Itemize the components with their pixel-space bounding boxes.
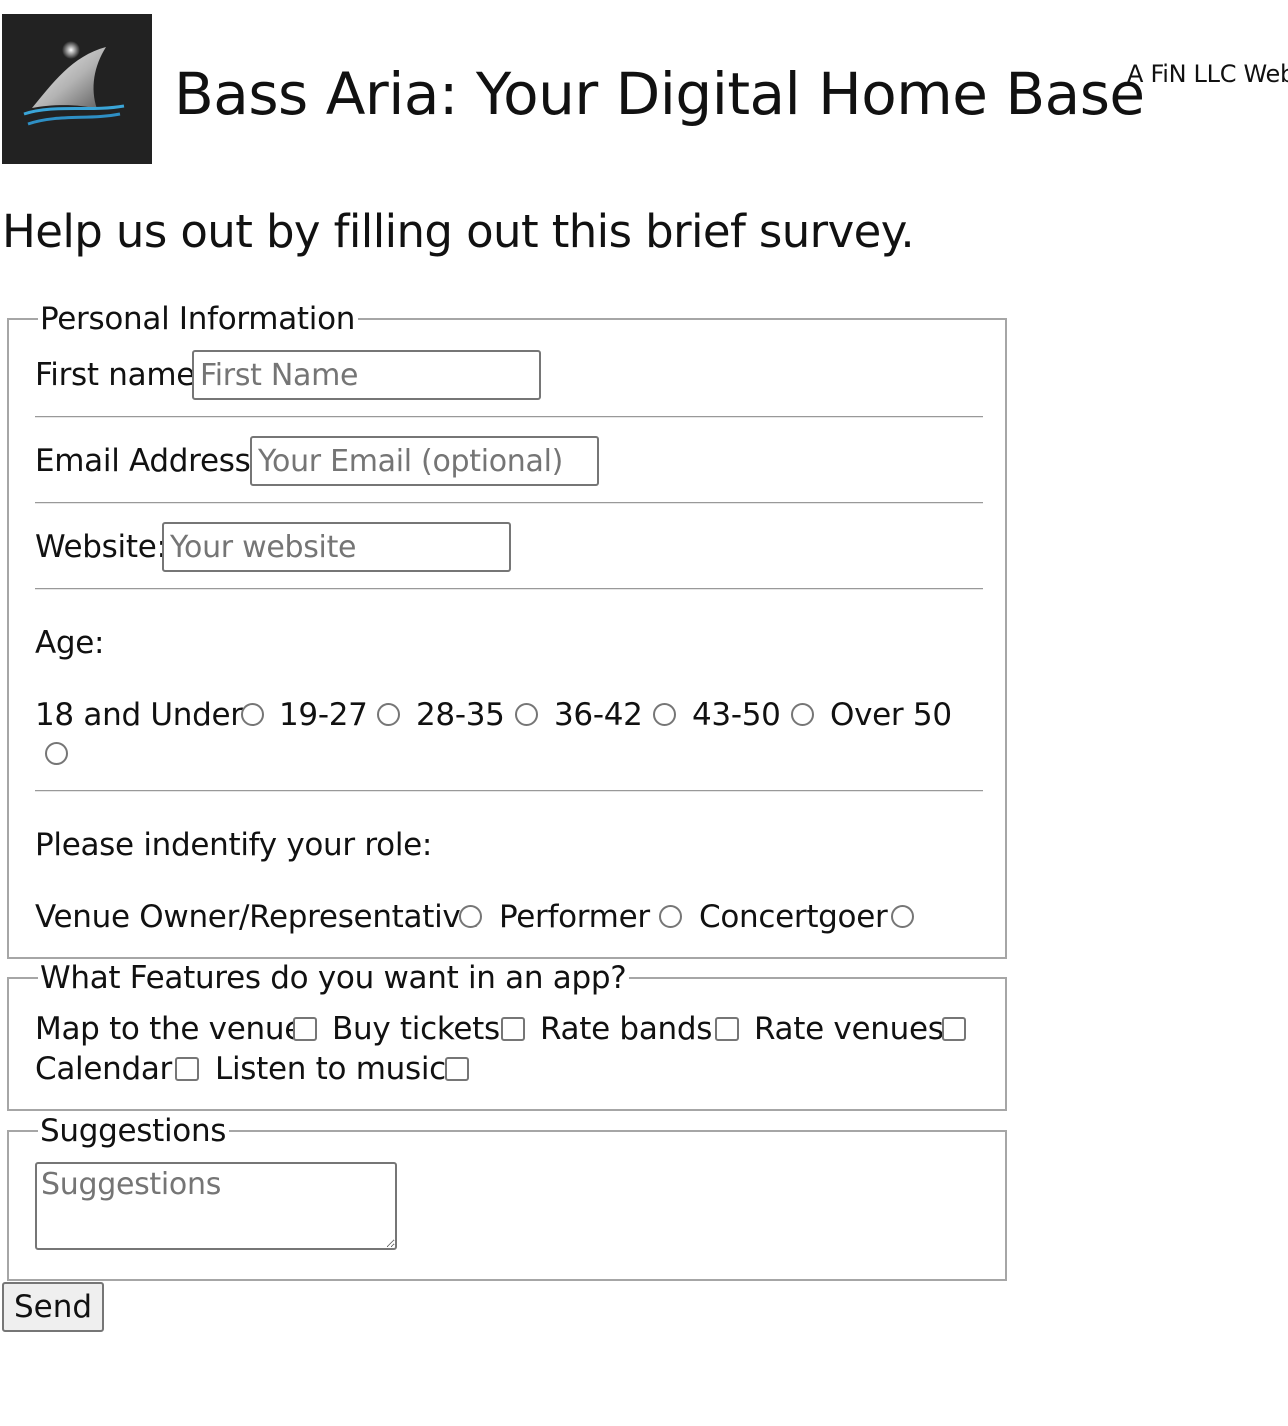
website-label: Website: bbox=[35, 529, 167, 565]
first-name-input[interactable] bbox=[192, 350, 541, 400]
feature-checkbox-map[interactable] bbox=[293, 1017, 317, 1041]
send-button[interactable]: Send bbox=[2, 1282, 104, 1332]
feature-option-label: Rate venues bbox=[754, 1011, 944, 1047]
divider bbox=[35, 502, 983, 504]
divider bbox=[35, 588, 983, 590]
age-label: Age: bbox=[35, 625, 105, 661]
feature-checkbox-rate-venues[interactable] bbox=[942, 1017, 966, 1041]
divider bbox=[35, 416, 983, 418]
feature-option-label: Rate bands bbox=[540, 1011, 713, 1047]
role-label: Please indentify your role: bbox=[35, 827, 433, 863]
age-option-label: 18 and Under bbox=[35, 697, 243, 733]
divider bbox=[35, 790, 983, 792]
suggestions-fieldset: Suggestions bbox=[7, 1114, 1007, 1281]
age-option-label: 43-50 bbox=[692, 697, 781, 733]
feature-checkbox-buy-tickets[interactable] bbox=[501, 1017, 525, 1041]
feature-option-label: Calendar bbox=[35, 1051, 172, 1087]
role-option-label: Concertgoer bbox=[699, 899, 888, 935]
site-tagline: A FiN LLC Web bbox=[1127, 60, 1288, 88]
role-option-label: Venue Owner/Representative bbox=[35, 899, 480, 935]
feature-checkbox-calendar[interactable] bbox=[175, 1057, 199, 1081]
email-label: Email Address: bbox=[35, 443, 261, 479]
age-radio-28-35[interactable] bbox=[515, 703, 538, 726]
shark-fin-logo-icon bbox=[2, 14, 152, 164]
site-title: Bass Aria: Your Digital Home Base bbox=[174, 60, 1145, 128]
site-header: Bass Aria: Your Digital Home Base A FiN … bbox=[2, 14, 1288, 164]
age-radio-18-and-under[interactable] bbox=[241, 703, 264, 726]
survey-intro: Help us out by filling out this brief su… bbox=[2, 205, 915, 258]
feature-option-label: Listen to music bbox=[215, 1051, 446, 1087]
features-fieldset: What Features do you want in an app? Map… bbox=[7, 961, 1007, 1111]
feature-option-label: Map to the venue bbox=[35, 1011, 303, 1047]
features-legend: What Features do you want in an app? bbox=[38, 961, 630, 995]
role-radio-venue-owner[interactable] bbox=[459, 905, 482, 928]
role-radio-performer[interactable] bbox=[659, 905, 682, 928]
website-input[interactable] bbox=[162, 522, 511, 572]
suggestions-legend: Suggestions bbox=[38, 1114, 230, 1148]
feature-checkbox-rate-bands[interactable] bbox=[715, 1017, 739, 1041]
feature-checkbox-listen-to-music[interactable] bbox=[445, 1057, 469, 1081]
role-option-label: Performer bbox=[499, 899, 650, 935]
age-option-label: Over 50 bbox=[830, 697, 952, 733]
age-option-label: 19-27 bbox=[279, 697, 368, 733]
age-radio-over-50[interactable] bbox=[45, 742, 68, 765]
personal-information-fieldset: Personal Information First name Email Ad… bbox=[7, 302, 1007, 959]
age-option-label: 36-42 bbox=[554, 697, 643, 733]
suggestions-textarea[interactable] bbox=[35, 1162, 397, 1250]
age-option-label: 28-35 bbox=[416, 697, 505, 733]
age-radio-43-50[interactable] bbox=[791, 703, 814, 726]
role-radio-concertgoer[interactable] bbox=[891, 905, 914, 928]
first-name-label: First name bbox=[35, 357, 196, 393]
email-input[interactable] bbox=[250, 436, 599, 486]
feature-option-label: Buy tickets bbox=[332, 1011, 500, 1047]
age-radio-36-42[interactable] bbox=[653, 703, 676, 726]
age-radio-19-27[interactable] bbox=[377, 703, 400, 726]
personal-information-legend: Personal Information bbox=[38, 302, 359, 336]
